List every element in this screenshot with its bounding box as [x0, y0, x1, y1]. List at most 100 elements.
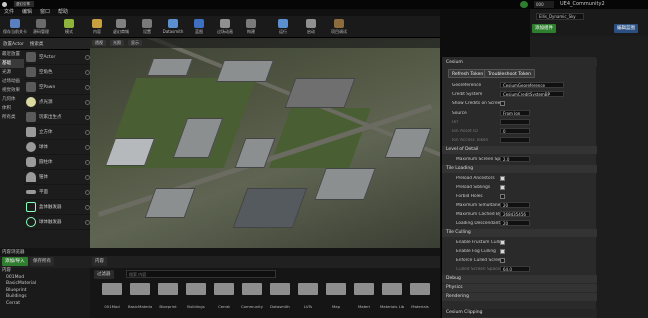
folder-item[interactable]: Materials Library	[380, 283, 404, 309]
menu-file[interactable]: 文件	[4, 9, 14, 15]
list-item[interactable]: 立方体	[24, 125, 90, 140]
blueprint-button[interactable]: 蓝图	[186, 18, 212, 37]
marketplace-button[interactable]: 虚幻商城	[108, 18, 134, 37]
project-tab[interactable]: UE4_Community2	[560, 0, 640, 8]
tree-item[interactable]: Cerrat	[0, 301, 90, 308]
add-import-button[interactable]: 添加/导入	[2, 257, 28, 266]
url-field[interactable]	[500, 119, 530, 125]
enforce-culled-checkbox[interactable]	[500, 257, 505, 263]
edit-blueprint-button[interactable]: 编辑蓝图	[614, 24, 638, 33]
folder-item[interactable]: Datasmith	[268, 283, 292, 309]
source-dropdown[interactable]: From Ion	[500, 110, 530, 116]
list-item[interactable]: 锥体	[24, 170, 90, 185]
folder-item[interactable]: Blueprint	[156, 283, 180, 309]
folder-item[interactable]: LUTs	[296, 283, 320, 309]
category-all-classes[interactable]: 所有类	[0, 113, 24, 122]
modes-button[interactable]: 模式	[56, 18, 82, 37]
preload-siblings-checkbox[interactable]	[500, 184, 505, 190]
source-control-button[interactable]: 源码管理	[28, 18, 54, 37]
launch-button[interactable]: 启动	[298, 18, 324, 37]
category-volumes[interactable]: 体积	[0, 104, 24, 113]
viewport-show-button[interactable]: 显示	[128, 40, 142, 46]
folder-item[interactable]: Buildings	[184, 283, 208, 309]
list-item[interactable]: 空角色	[24, 65, 90, 80]
search-classes-tab[interactable]: 搜索类	[30, 41, 44, 47]
category-geometry[interactable]: 几何体	[0, 95, 24, 104]
level-tab[interactable]: 虚幻引擎	[14, 1, 34, 7]
folder-item[interactable]: 001Mod	[100, 283, 124, 309]
forbid-holes-checkbox[interactable]	[500, 193, 505, 199]
fog-culling-checkbox[interactable]	[500, 248, 505, 254]
green-area	[269, 108, 371, 168]
rendering-section-header[interactable]: Rendering	[442, 293, 597, 301]
save-all-button[interactable]: 保存所有	[30, 257, 54, 266]
culled-sse-field[interactable]: 64.0	[500, 266, 530, 272]
add-component-button[interactable]: 添加组件	[532, 24, 556, 33]
folder-item[interactable]: Materi	[352, 283, 376, 309]
actor-name-field[interactable]: Ellis_Dynamic_Sky	[536, 13, 584, 20]
max-cache-field[interactable]: 268435456	[500, 211, 530, 217]
menu-help[interactable]: 帮助	[58, 9, 68, 15]
tile-culling-section-header[interactable]: Tile Culling	[442, 229, 597, 237]
menu-window[interactable]: 窗口	[40, 9, 50, 15]
category-visual-effects[interactable]: 视觉效果	[0, 86, 24, 95]
list-item[interactable]: 空Actor	[24, 50, 90, 65]
list-item[interactable]: 球体	[24, 140, 90, 155]
refresh-token-button[interactable]: Refresh Token	[448, 69, 488, 78]
debug-section-header[interactable]: Debug	[442, 275, 597, 283]
build-button[interactable]: 构建	[238, 18, 264, 37]
list-item[interactable]: 平面	[24, 185, 90, 200]
cinematics-button[interactable]: 过场动画	[212, 18, 238, 37]
list-item[interactable]: 盒体触发器	[24, 200, 90, 215]
folder-item[interactable]: BasicMaterial	[128, 283, 152, 309]
list-item[interactable]: 玩家出生点	[24, 110, 90, 125]
credit-system-field[interactable]: CesiumCreditSystemBP	[500, 91, 564, 97]
folder-item[interactable]: Map	[324, 283, 348, 309]
sphere-icon	[26, 142, 36, 152]
folder-icon	[242, 283, 262, 295]
preload-ancestors-checkbox[interactable]	[500, 175, 505, 181]
ion-access-token-field[interactable]	[500, 137, 530, 143]
category-cinematic[interactable]: 过场动画	[0, 77, 24, 86]
folder-item[interactable]: Cerrat	[212, 283, 236, 309]
loading-desc-field[interactable]: 20	[500, 220, 530, 226]
content-browser-tab[interactable]: 内容浏览器	[2, 249, 25, 255]
category-basic[interactable]: 基础	[0, 59, 24, 68]
folder-item[interactable]: Community	[240, 283, 264, 309]
georeference-field[interactable]: CesiumGeoreference	[500, 82, 564, 88]
viewport-lit-button[interactable]: 光照	[110, 40, 124, 46]
place-actor-tab[interactable]: 放置Actor	[3, 41, 24, 47]
category-lights[interactable]: 光源	[0, 68, 24, 77]
ion-asset-id-field[interactable]: 0	[500, 128, 530, 134]
doc-tab[interactable]: 000	[534, 1, 554, 8]
show-credits-checkbox[interactable]	[500, 100, 505, 106]
troubleshoot-token-button[interactable]: Troubleshoot Token	[484, 69, 536, 78]
list-item[interactable]: 点光源	[24, 95, 90, 110]
datasmith-button[interactable]: Datasmith	[160, 18, 186, 37]
menu-edit[interactable]: 编辑	[22, 9, 32, 15]
max-sse-field[interactable]: 2.0	[500, 156, 530, 162]
content-button[interactable]: 内容	[84, 18, 110, 37]
category-recent[interactable]: 最近放置	[0, 50, 24, 59]
settings-button[interactable]: 设置	[134, 18, 160, 37]
play-button[interactable]: 运行	[270, 18, 296, 37]
cesium-clipping-section-header[interactable]: Cesium Clipping	[442, 309, 597, 317]
frustum-culling-checkbox[interactable]	[500, 239, 505, 245]
save-current-level-button[interactable]: 保存当前关卡	[2, 18, 28, 37]
list-item[interactable]: 圆柱体	[24, 155, 90, 170]
project-debug-button[interactable]: 项目调试	[326, 18, 352, 37]
path-breadcrumb[interactable]: 内容	[92, 257, 107, 266]
loading-desc-row: Loading Descendant Li20	[442, 219, 597, 227]
lod-section-header[interactable]: Level of Detail	[442, 146, 597, 154]
asset-search-input[interactable]: 搜索 内容	[126, 270, 276, 278]
level-viewport[interactable]: 透视 光照 显示	[90, 38, 440, 248]
folder-item[interactable]: Materials	[408, 283, 432, 309]
list-item[interactable]: 球体触发器	[24, 215, 90, 230]
physics-section-header[interactable]: Physics	[442, 284, 597, 292]
cesium-section-header[interactable]: Cesium	[442, 59, 597, 67]
filters-button[interactable]: 过滤器	[94, 270, 114, 279]
list-item[interactable]: 空Pawn	[24, 80, 90, 95]
viewport-perspective-button[interactable]: 透视	[92, 40, 106, 46]
tile-loading-section-header[interactable]: Tile Loading	[442, 165, 597, 173]
max-loads-field[interactable]: 20	[500, 202, 530, 208]
